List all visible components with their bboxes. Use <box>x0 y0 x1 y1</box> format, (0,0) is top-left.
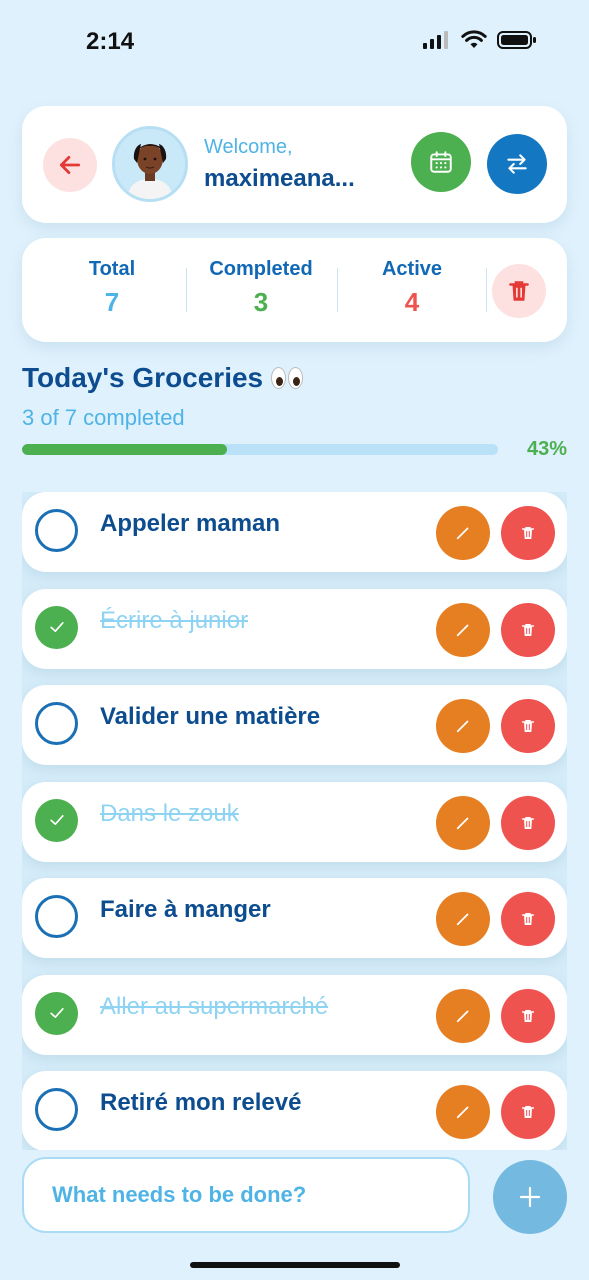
stat-active: Active 4 <box>370 258 454 318</box>
new-task-input[interactable] <box>22 1157 470 1233</box>
user-name: maximeana... <box>204 165 355 192</box>
avatar[interactable] <box>112 126 188 202</box>
task-item[interactable]: Aller au supermarché <box>22 974 567 1055</box>
stat-completed-value: 3 <box>253 287 269 317</box>
task-text: Dans le zouk <box>100 799 239 827</box>
stat-total-label: Total <box>88 258 136 280</box>
delete-task-button[interactable] <box>501 795 555 850</box>
calendar-button[interactable] <box>411 132 471 192</box>
task-text: Appeler maman <box>100 510 281 537</box>
header-card: Welcome, maximeana... <box>22 106 567 223</box>
pencil-icon <box>456 527 469 540</box>
checkmark-icon <box>49 1008 64 1018</box>
progress-fill <box>22 444 227 455</box>
edit-task-button[interactable] <box>436 988 490 1043</box>
pencil-icon <box>456 817 469 829</box>
stat-completed: Completed 3 <box>196 258 326 318</box>
task-checkbox[interactable] <box>35 702 78 745</box>
battery-icon <box>497 31 536 49</box>
task-checkbox-checked[interactable] <box>35 605 78 649</box>
trash-icon <box>521 527 535 539</box>
trash-icon <box>521 816 535 829</box>
task-item[interactable]: Dans le zouk <box>22 781 567 862</box>
pencil-icon <box>456 913 469 926</box>
stats-card: Total 7 Completed 3 Active 4 <box>22 238 567 342</box>
arrow-left-icon <box>59 156 81 174</box>
checkmark-icon <box>49 622 64 632</box>
task-item[interactable]: Faire à manger <box>22 878 567 958</box>
add-task-button[interactable] <box>493 1160 567 1234</box>
trash-icon <box>509 281 529 301</box>
delete-task-button[interactable] <box>501 506 555 560</box>
signal-icon <box>423 31 448 49</box>
status-bar: 2:14 <box>0 0 589 90</box>
delete-task-button[interactable] <box>501 988 555 1043</box>
wifi-icon <box>461 30 487 48</box>
back-button[interactable] <box>43 138 97 192</box>
task-checkbox[interactable] <box>35 509 78 552</box>
list-title: Today's Groceries <box>22 362 304 394</box>
task-checkbox-checked[interactable] <box>35 991 78 1035</box>
welcome-label: Welcome, <box>204 136 293 158</box>
list-title-text: Today's Groceries <box>22 362 264 393</box>
clear-completed-button[interactable] <box>492 264 546 318</box>
task-item[interactable]: Valider une matière <box>22 685 567 765</box>
trash-icon <box>521 1106 535 1118</box>
delete-task-button[interactable] <box>501 892 555 946</box>
edit-task-button[interactable] <box>436 699 490 753</box>
pencil-icon <box>456 1010 469 1022</box>
edit-task-button[interactable] <box>436 1085 490 1139</box>
task-text: Faire à manger <box>100 896 271 923</box>
stat-completed-label: Completed <box>209 258 313 280</box>
task-item[interactable]: Retiré mon relevé <box>22 1071 567 1150</box>
checkmark-icon <box>49 815 64 825</box>
task-item[interactable]: Écrire à junior <box>22 588 567 669</box>
task-text: Valider une matière <box>100 703 321 730</box>
pencil-icon <box>456 624 469 636</box>
task-text: Écrire à junior <box>100 606 249 634</box>
swap-arrows-icon <box>507 154 527 174</box>
edit-task-button[interactable] <box>436 506 490 560</box>
task-checkbox[interactable] <box>35 895 78 938</box>
swap-button[interactable] <box>487 134 547 194</box>
pencil-icon <box>456 720 469 733</box>
edit-task-button[interactable] <box>436 602 490 657</box>
calendar-icon <box>430 151 452 173</box>
stat-divider <box>186 268 187 312</box>
stat-divider <box>337 268 338 312</box>
trash-icon <box>521 720 535 732</box>
task-checkbox-checked[interactable] <box>35 798 78 842</box>
delete-task-button[interactable] <box>501 602 555 657</box>
delete-task-button[interactable] <box>501 1085 555 1139</box>
trash-icon <box>521 623 535 636</box>
stat-total-value: 7 <box>104 287 120 317</box>
home-indicator <box>190 1262 400 1268</box>
stat-total: Total 7 <box>72 258 152 318</box>
task-text: Retiré mon relevé <box>100 1089 302 1116</box>
stat-divider <box>486 268 487 312</box>
trash-icon <box>521 1009 535 1022</box>
edit-task-button[interactable] <box>436 892 490 946</box>
list-subtitle: 3 of 7 completed <box>22 405 185 430</box>
progress-bar <box>22 444 498 455</box>
task-checkbox[interactable] <box>35 1088 78 1131</box>
pencil-icon <box>456 1106 469 1119</box>
trash-icon <box>521 913 535 925</box>
task-item[interactable]: Appeler maman <box>22 492 567 572</box>
task-list: Appeler maman Écrire à junior Valider une … <box>22 492 567 1150</box>
eyes-emoji-icon <box>271 367 304 389</box>
stat-active-value: 4 <box>404 287 420 317</box>
plus-icon <box>519 1186 541 1208</box>
task-text: Aller au supermarché <box>100 992 329 1020</box>
user-avatar-icon <box>115 129 185 199</box>
stat-active-label: Active <box>381 258 443 280</box>
progress-percent: 43% <box>526 438 567 460</box>
status-icons <box>423 30 537 50</box>
status-time: 2:14 <box>86 28 135 55</box>
edit-task-button[interactable] <box>436 795 490 850</box>
delete-task-button[interactable] <box>501 699 555 753</box>
